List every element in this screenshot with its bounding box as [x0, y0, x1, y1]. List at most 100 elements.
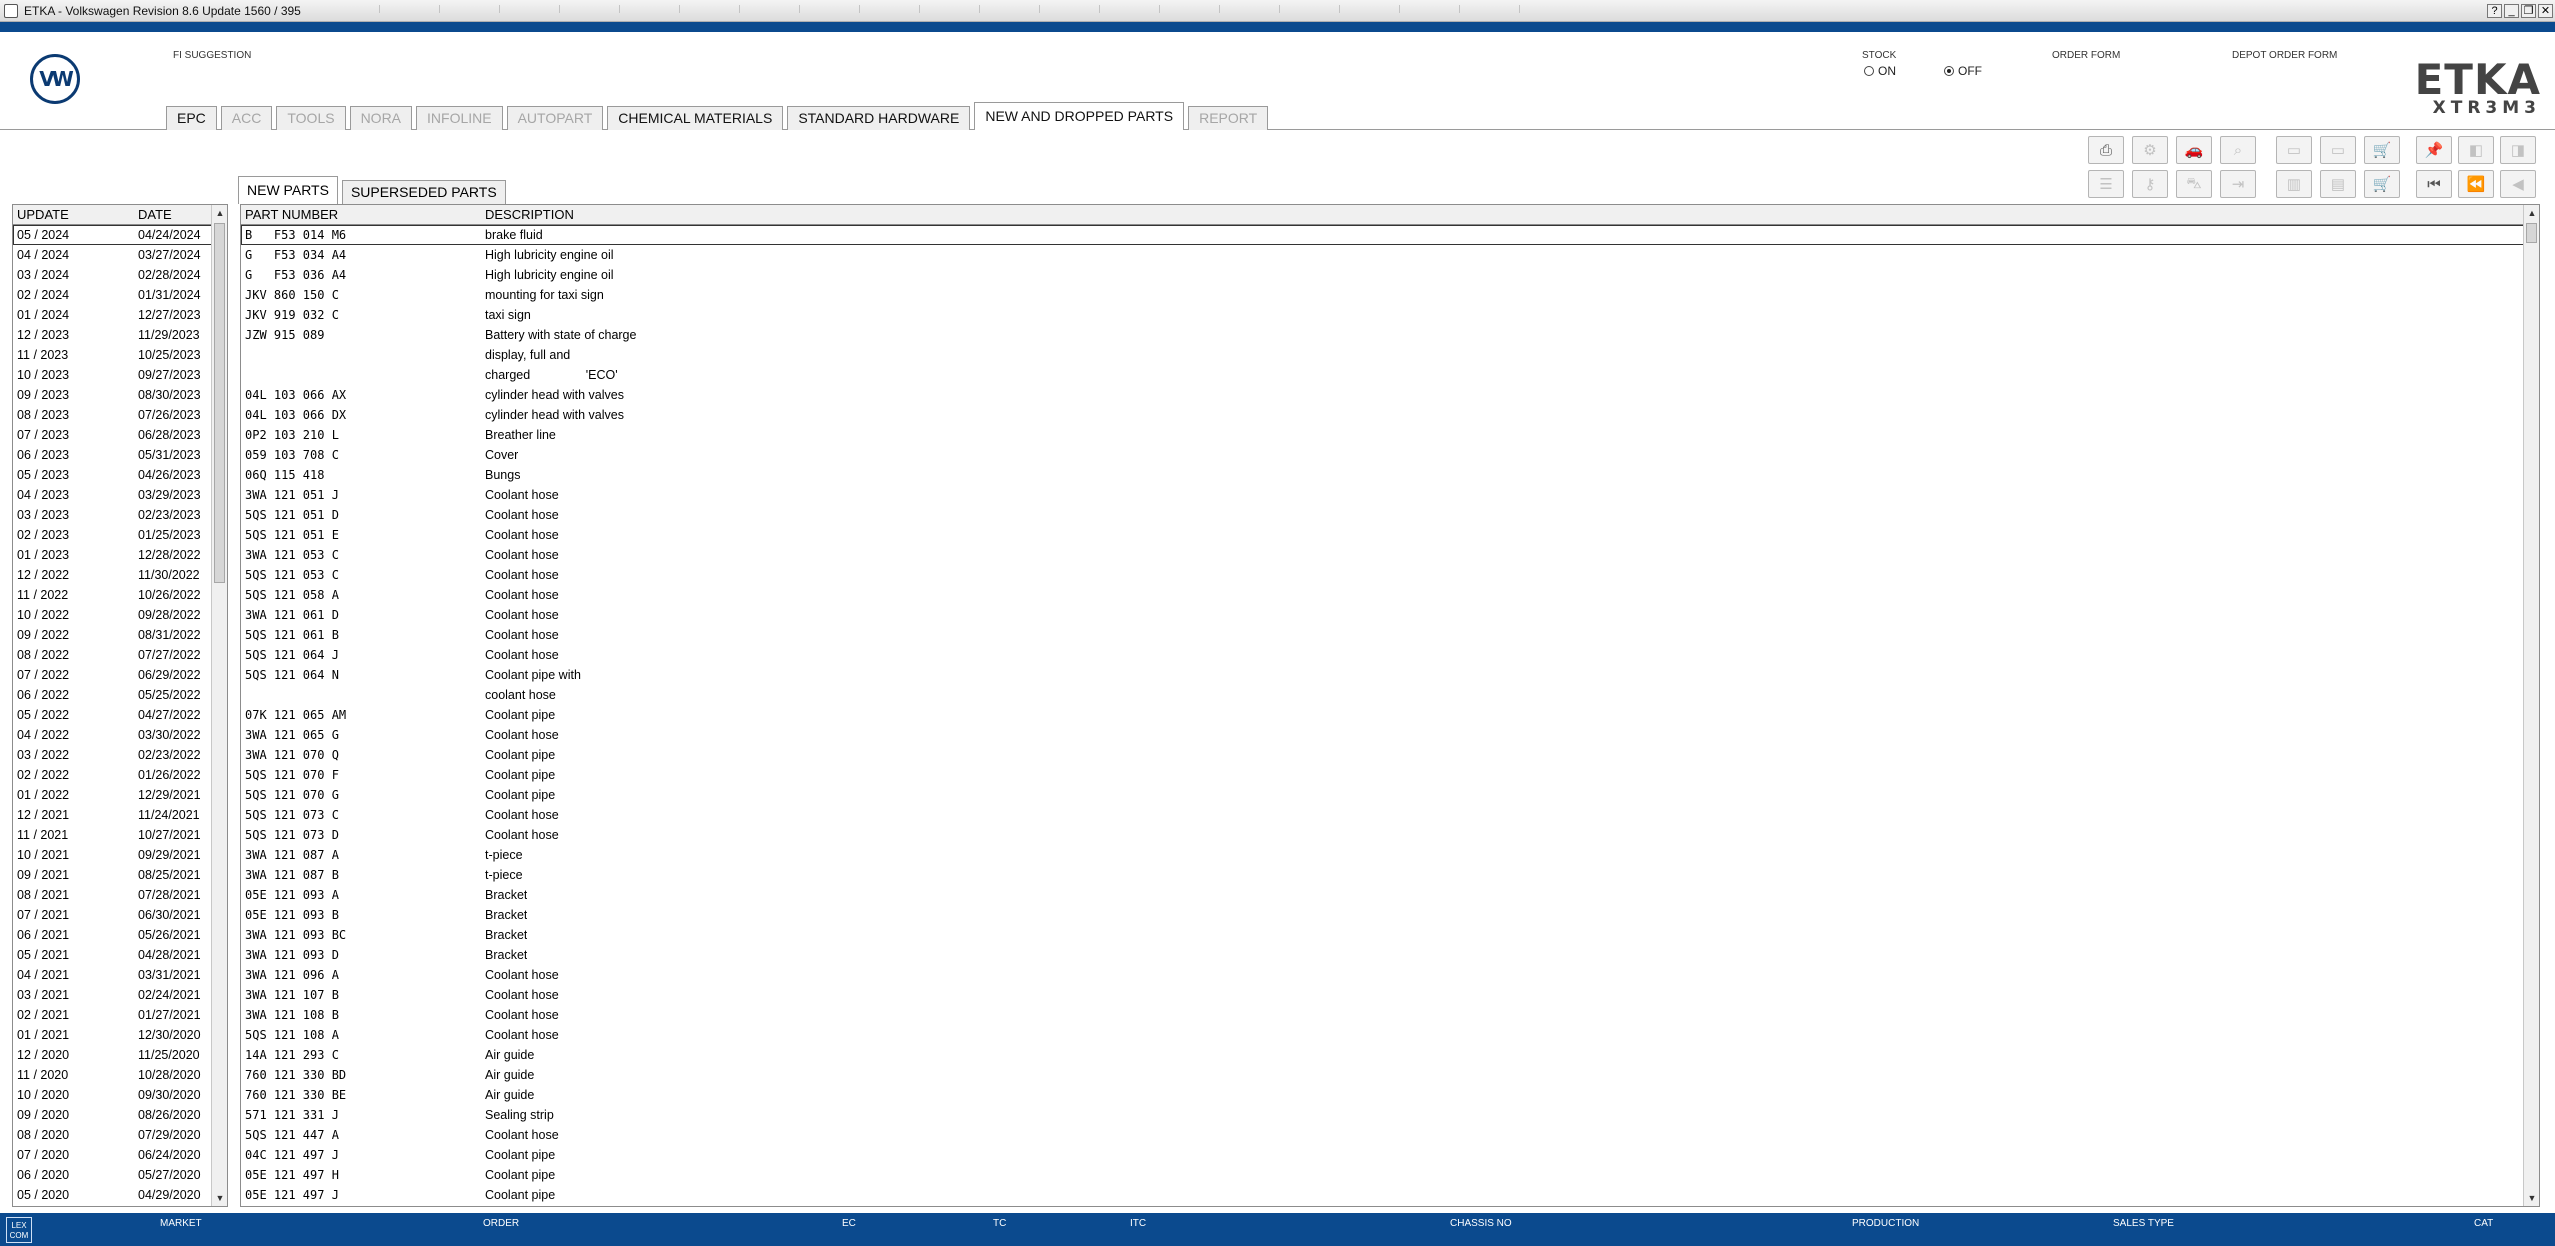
- update-row[interactable]: 03 / 2023 02/23/2023: [13, 505, 227, 525]
- table-row[interactable]: JZW 915 089 Battery with state of charge: [241, 325, 2539, 345]
- update-row[interactable]: 09 / 2022 08/31/2022: [13, 625, 227, 645]
- table-row[interactable]: 5QS 121 064 N Coolant pipe with: [241, 665, 2539, 685]
- table-row[interactable]: 5QS 121 447 A Coolant hose: [241, 1125, 2539, 1145]
- table-row[interactable]: 3WA 121 107 B Coolant hose: [241, 985, 2539, 1005]
- table-row[interactable]: 5QS 121 073 C Coolant hose: [241, 805, 2539, 825]
- table-row[interactable]: B F53 014 M6 brake fluid: [241, 225, 2539, 245]
- update-row[interactable]: 11 / 2020 10/28/2020: [13, 1065, 227, 1085]
- update-row[interactable]: 08 / 2023 07/26/2023: [13, 405, 227, 425]
- update-row[interactable]: 06 / 2020 05/27/2020: [13, 1165, 227, 1185]
- table-row[interactable]: 3WA 121 087 A t-piece: [241, 845, 2539, 865]
- update-row[interactable]: 06 / 2022 05/25/2022: [13, 685, 227, 705]
- table-row[interactable]: 3WA 121 051 J Coolant hose: [241, 485, 2539, 505]
- table-row[interactable]: 3WA 121 087 B t-piece: [241, 865, 2539, 885]
- scroll-up-icon[interactable]: ▲: [2524, 205, 2539, 221]
- update-row[interactable]: 06 / 2021 05/26/2021: [13, 925, 227, 945]
- col-update-header[interactable]: UPDATE: [13, 205, 134, 224]
- update-row[interactable]: 03 / 2024 02/28/2024: [13, 265, 227, 285]
- update-row[interactable]: 12 / 2023 11/29/2023: [13, 325, 227, 345]
- update-row[interactable]: 03 / 2022 02/23/2022: [13, 745, 227, 765]
- update-row[interactable]: 07 / 2021 06/30/2021: [13, 905, 227, 925]
- table-row[interactable]: 3WA 121 093 D Bracket: [241, 945, 2539, 965]
- scroll-up-icon[interactable]: ▲: [212, 205, 227, 221]
- help-button[interactable]: ?: [2487, 4, 2502, 18]
- update-row[interactable]: 02 / 2024 01/31/2024: [13, 285, 227, 305]
- table-row[interactable]: 5QS 121 058 A Coolant hose: [241, 585, 2539, 605]
- table-row[interactable]: 5QS 121 051 D Coolant hose: [241, 505, 2539, 525]
- update-row[interactable]: 02 / 2023 01/25/2023: [13, 525, 227, 545]
- table-row[interactable]: 05E 121 497 J Coolant pipe: [241, 1185, 2539, 1205]
- update-row[interactable]: 08 / 2020 07/29/2020: [13, 1125, 227, 1145]
- table-row[interactable]: 3WA 121 096 A Coolant hose: [241, 965, 2539, 985]
- table-row[interactable]: 5QS 121 070 F Coolant pipe: [241, 765, 2539, 785]
- table-row[interactable]: 05E 121 093 B Bracket: [241, 905, 2539, 925]
- table-row[interactable]: 760 121 330 BE Air guide: [241, 1085, 2539, 1105]
- scroll-thumb[interactable]: [214, 223, 225, 583]
- scroll-down-icon[interactable]: ▼: [2524, 1190, 2539, 1206]
- subtab-new-parts[interactable]: NEW PARTS: [238, 176, 338, 204]
- update-row[interactable]: 05 / 2023 04/26/2023: [13, 465, 227, 485]
- prev-page-icon[interactable]: ⏪: [2458, 170, 2494, 198]
- update-row[interactable]: 04 / 2022 03/30/2022: [13, 725, 227, 745]
- tab-standard-hardware[interactable]: STANDARD HARDWARE: [787, 106, 971, 130]
- first-icon[interactable]: ⏮: [2416, 170, 2452, 198]
- update-row[interactable]: 05 / 2024 04/24/2024: [13, 225, 227, 245]
- update-row[interactable]: 05 / 2021 04/28/2021: [13, 945, 227, 965]
- update-row[interactable]: 08 / 2022 07/27/2022: [13, 645, 227, 665]
- doc-split-icon[interactable]: ▥: [2276, 170, 2312, 198]
- update-row[interactable]: 12 / 2020 11/25/2020: [13, 1045, 227, 1065]
- table-row[interactable]: 3WA 121 061 D Coolant hose: [241, 605, 2539, 625]
- table-row[interactable]: charged 'ECO': [241, 365, 2539, 385]
- update-row[interactable]: 11 / 2022 10/26/2022: [13, 585, 227, 605]
- update-row[interactable]: 01 / 2022 12/29/2021: [13, 785, 227, 805]
- table-row[interactable]: JKV 860 150 C mounting for taxi sign: [241, 285, 2539, 305]
- update-row[interactable]: 10 / 2022 09/28/2022: [13, 605, 227, 625]
- monitor-off-icon[interactable]: ▭: [2320, 136, 2356, 164]
- window-next-icon[interactable]: ◨: [2500, 136, 2536, 164]
- table-row[interactable]: 3WA 121 053 C Coolant hose: [241, 545, 2539, 565]
- update-row[interactable]: 12 / 2022 11/30/2022: [13, 565, 227, 585]
- table-row[interactable]: 07K 121 065 AM Coolant pipe: [241, 705, 2539, 725]
- parts-table-scrollbar[interactable]: ▲ ▼: [2523, 205, 2539, 1206]
- update-row[interactable]: 05 / 2022 04/27/2022: [13, 705, 227, 725]
- update-row[interactable]: 01 / 2024 12/27/2023: [13, 305, 227, 325]
- list-icon[interactable]: ☰: [2088, 170, 2124, 198]
- table-row[interactable]: 3WA 121 108 B Coolant hose: [241, 1005, 2539, 1025]
- update-row[interactable]: 01 / 2021 12/30/2020: [13, 1025, 227, 1045]
- update-row[interactable]: 04 / 2021 03/31/2021: [13, 965, 227, 985]
- update-row[interactable]: 11 / 2023 10/25/2023: [13, 345, 227, 365]
- arrow-line-icon[interactable]: ⇥: [2220, 170, 2256, 198]
- cart-add-icon[interactable]: 🛒: [2364, 136, 2400, 164]
- doc-copy-icon[interactable]: ▤: [2320, 170, 2356, 198]
- key-icon[interactable]: ⚷: [2132, 170, 2168, 198]
- update-row[interactable]: 10 / 2021 09/29/2021: [13, 845, 227, 865]
- table-row[interactable]: G F53 036 A4 High lubricity engine oil: [241, 265, 2539, 285]
- update-row[interactable]: 06 / 2023 05/31/2023: [13, 445, 227, 465]
- window-prev-icon[interactable]: ◧: [2458, 136, 2494, 164]
- tab-epc[interactable]: EPC: [166, 106, 217, 130]
- minimize-button[interactable]: _: [2504, 4, 2519, 18]
- prev-icon[interactable]: ◀: [2500, 170, 2536, 198]
- update-row[interactable]: 10 / 2023 09/27/2023: [13, 365, 227, 385]
- table-row[interactable]: 05E 121 093 A Bracket: [241, 885, 2539, 905]
- table-row[interactable]: 06Q 115 418 Bungs: [241, 465, 2539, 485]
- update-row[interactable]: 02 / 2022 01/26/2022: [13, 765, 227, 785]
- table-row[interactable]: 3WA 121 070 Q Coolant pipe: [241, 745, 2539, 765]
- subtab-superseded-parts[interactable]: SUPERSEDED PARTS: [341, 180, 506, 204]
- car-outline-icon[interactable]: ⛍: [2176, 170, 2212, 198]
- stamp-icon[interactable]: ⚙: [2132, 136, 2168, 164]
- table-row[interactable]: 5QS 121 064 J Coolant hose: [241, 645, 2539, 665]
- close-button[interactable]: ✕: [2538, 4, 2553, 18]
- stock-off-radio[interactable]: OFF: [1944, 64, 1982, 78]
- table-row[interactable]: 04L 103 066 DX cylinder head with valves: [241, 405, 2539, 425]
- scroll-thumb[interactable]: [2526, 223, 2537, 243]
- update-row[interactable]: 12 / 2021 11/24/2021: [13, 805, 227, 825]
- table-row[interactable]: coolant hose: [241, 685, 2539, 705]
- table-row[interactable]: 04L 103 066 AX cylinder head with valves: [241, 385, 2539, 405]
- stock-on-radio[interactable]: ON: [1864, 64, 1896, 78]
- table-row[interactable]: G F53 034 A4 High lubricity engine oil: [241, 245, 2539, 265]
- update-row[interactable]: 09 / 2020 08/26/2020: [13, 1105, 227, 1125]
- table-row[interactable]: 5QS 121 061 B Coolant hose: [241, 625, 2539, 645]
- table-row[interactable]: 5QS 121 108 A Coolant hose: [241, 1025, 2539, 1045]
- table-row[interactable]: 5QS 121 053 C Coolant hose: [241, 565, 2539, 585]
